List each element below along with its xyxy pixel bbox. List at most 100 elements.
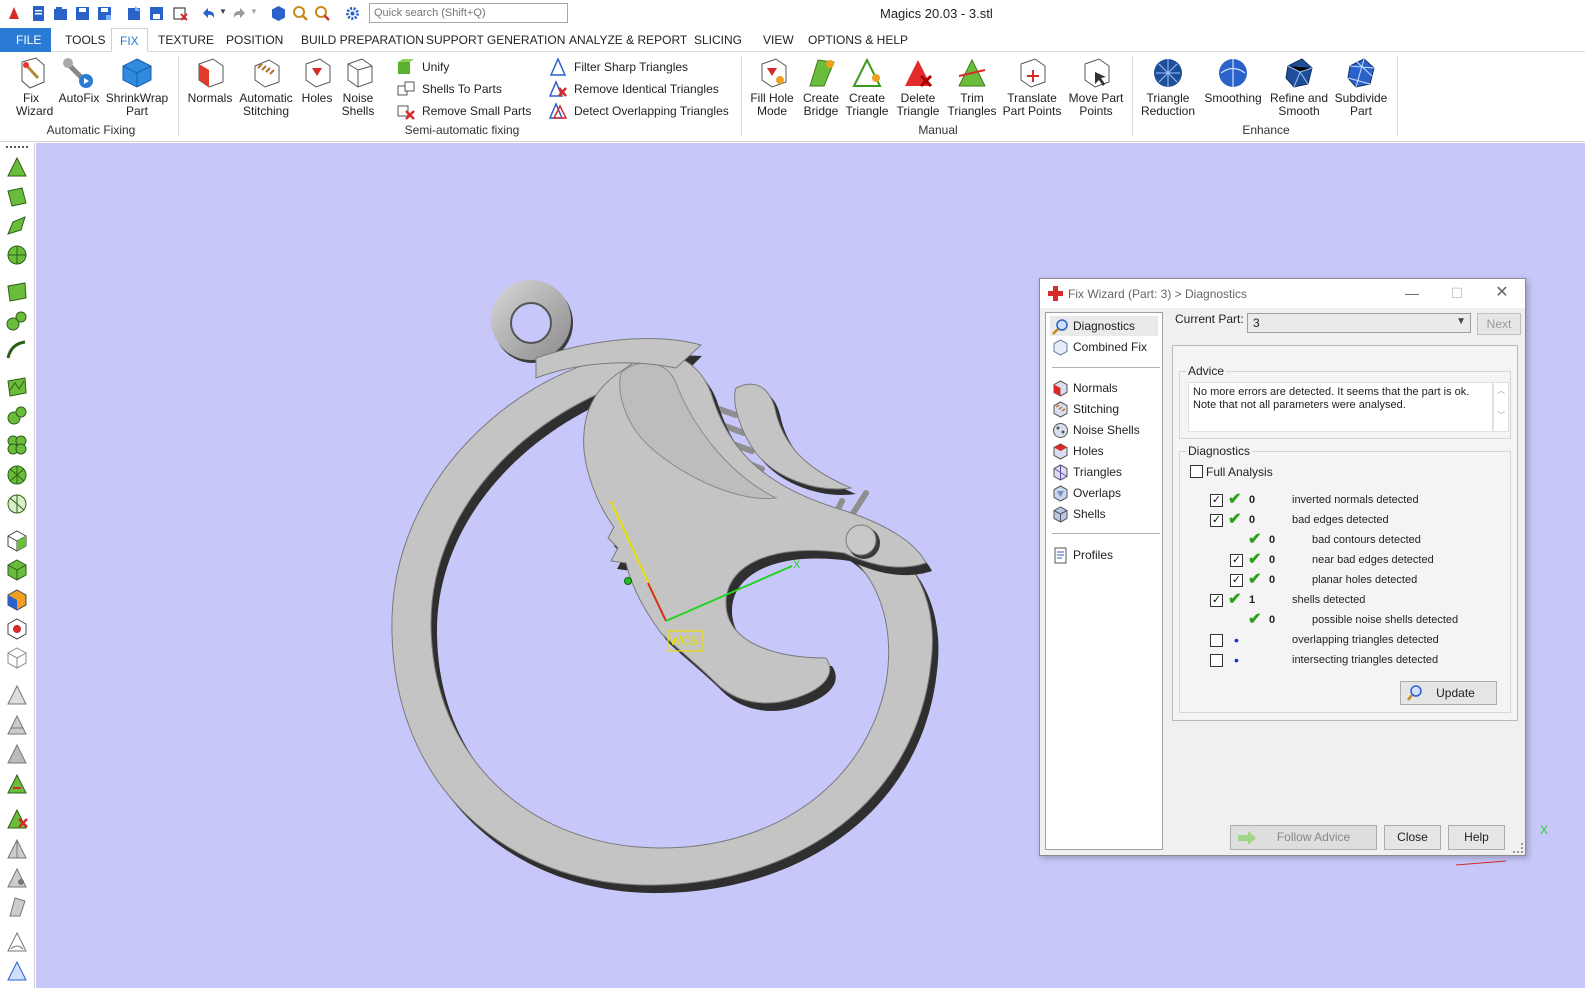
save-as-icon[interactable] [96, 5, 113, 22]
open-file-icon[interactable] [52, 5, 69, 22]
mark-multi-shell-icon[interactable] [5, 433, 29, 457]
import-part-icon[interactable] [126, 5, 143, 22]
mark-body-icon[interactable] [5, 558, 29, 582]
tab-view[interactable]: VIEW [755, 28, 802, 52]
create-bridge-button[interactable]: Create Bridge [801, 56, 841, 118]
mark-selected-part-icon[interactable] [5, 617, 29, 641]
nav-item-shells[interactable]: Shells [1050, 504, 1158, 524]
tab-options-help[interactable]: OPTIONS & HELP [800, 28, 916, 52]
mark-plane-icon[interactable] [5, 375, 29, 399]
detect-overlapping-triangles-button[interactable]: Detect Overlapping Triangles [548, 101, 729, 121]
full-analysis-checkbox[interactable] [1190, 465, 1203, 478]
view-cube-icon[interactable] [270, 5, 287, 22]
select-surface-icon[interactable] [5, 214, 29, 238]
tab-position[interactable]: POSITION [218, 28, 291, 52]
move-part-points-button[interactable]: Move Part Points [1066, 56, 1126, 118]
nav-item-diagnostics[interactable]: Diagnostics [1050, 316, 1158, 336]
unmark-plane-icon[interactable] [5, 713, 29, 737]
shrink-marking-icon[interactable] [5, 895, 29, 919]
nav-item-noise-shells[interactable]: Noise Shells [1050, 420, 1158, 440]
tab-analyze-report[interactable]: ANALYZE & REPORT [561, 28, 695, 52]
current-part-dropdown[interactable]: 3 ▼ [1247, 313, 1471, 333]
delete-triangle-button[interactable]: Delete Triangle [895, 56, 941, 118]
translate-part-points-button[interactable]: Translate Part Points [1001, 56, 1063, 118]
bad-edges-checkbox[interactable]: ✓ [1210, 514, 1223, 527]
mark-shell-icon[interactable] [5, 404, 29, 428]
filter-sharp-triangles-button[interactable]: Filter Sharp Triangles [548, 57, 688, 77]
zoom-fit-icon[interactable] [314, 5, 331, 22]
expand-marking-icon[interactable] [5, 866, 29, 890]
close-button[interactable]: Close [1384, 825, 1441, 850]
new-file-icon[interactable] [30, 5, 47, 22]
subdivide-part-button[interactable]: Subdivide Part [1332, 56, 1390, 118]
hide-marked-icon[interactable] [5, 930, 29, 954]
zoom-icon[interactable] [292, 5, 309, 22]
mark-sphere-icon[interactable] [5, 463, 29, 487]
tab-file[interactable]: FILE [0, 28, 51, 52]
smoothing-button[interactable]: Smoothing [1202, 56, 1264, 105]
update-button[interactable]: Update [1400, 681, 1497, 705]
remove-identical-triangles-button[interactable]: Remove Identical Triangles [548, 79, 719, 99]
nav-item-overlaps[interactable]: Overlaps [1050, 483, 1158, 503]
select-plane-icon[interactable] [5, 185, 29, 209]
mark-connected-icon[interactable] [5, 309, 29, 333]
shrinkwrap-part-button[interactable]: ShrinkWrap Part [104, 56, 170, 118]
tab-tools[interactable]: TOOLS [57, 28, 113, 52]
delete-marked-icon[interactable] [5, 807, 29, 831]
planar-holes-checkbox[interactable]: ✓ [1230, 574, 1243, 587]
save-icon[interactable] [74, 5, 91, 22]
fix-wizard-button[interactable]: Fix Wizard [8, 56, 54, 118]
tab-build-preparation[interactable]: BUILD PREPARATION [293, 28, 432, 52]
mark-part-icon[interactable] [5, 529, 29, 553]
tab-texture[interactable]: TEXTURE [150, 28, 222, 52]
redo-dropdown-icon[interactable]: ▼ [250, 7, 258, 16]
intersecting-triangles-checkbox[interactable] [1210, 654, 1223, 667]
inverted-normals-checkbox[interactable]: ✓ [1210, 494, 1223, 507]
fill-hole-mode-button[interactable]: Fill Hole Mode [749, 56, 797, 118]
dialog-close-x-button[interactable]: ✕ [1492, 283, 1512, 303]
nav-item-triangles[interactable]: Triangles [1050, 462, 1158, 482]
mark-wireframe-icon[interactable] [5, 492, 29, 516]
automatic-stitching-button[interactable]: Automatic Stitching [238, 56, 294, 118]
nav-item-combined-fix[interactable]: Combined Fix [1050, 337, 1158, 357]
settings-gear-icon[interactable] [344, 5, 361, 22]
shells-to-parts-button[interactable]: Shells To Parts [396, 79, 502, 99]
select-shell-icon[interactable] [5, 243, 29, 267]
triangle-reduction-button[interactable]: Triangle Reduction [1137, 56, 1199, 118]
help-button[interactable]: Help [1448, 825, 1505, 850]
tab-support-generation[interactable]: SUPPORT GENERATION [418, 28, 573, 52]
unmark-surface-icon[interactable] [5, 742, 29, 766]
overlapping-triangles-checkbox[interactable] [1210, 634, 1223, 647]
save-part-icon[interactable] [148, 5, 165, 22]
tab-slicing[interactable]: SLICING [686, 28, 750, 52]
normals-button[interactable]: Normals [186, 56, 234, 105]
autofix-button[interactable]: AutoFix [58, 56, 100, 105]
create-triangle-button[interactable]: Create Triangle [845, 56, 889, 118]
quick-search-input[interactable]: Quick search (Shift+Q) [369, 3, 568, 23]
mark-colored-part-icon[interactable] [5, 588, 29, 612]
shells-checkbox[interactable]: ✓ [1210, 594, 1223, 607]
maximize-button[interactable]: ☐ [1447, 283, 1467, 303]
undo-dropdown-icon[interactable]: ▼ [219, 7, 227, 16]
mark-area-icon[interactable] [5, 280, 29, 304]
unmark-part-icon[interactable] [5, 646, 29, 670]
unload-part-icon[interactable] [172, 5, 189, 22]
resize-grip[interactable] [1513, 843, 1523, 853]
toolbar-grip[interactable] [6, 146, 28, 148]
noise-shells-button[interactable]: Noise Shells [340, 56, 378, 118]
nav-item-stitching[interactable]: Stitching [1050, 399, 1158, 419]
mark-contour-icon[interactable] [5, 338, 29, 362]
holes-button[interactable]: Holes [298, 56, 336, 105]
select-triangle-icon[interactable] [5, 155, 29, 179]
show-hidden-icon[interactable] [5, 959, 29, 983]
remove-small-parts-button[interactable]: Remove Small Parts [396, 101, 531, 121]
unmark-triangle-icon[interactable] [5, 683, 29, 707]
nav-item-normals[interactable]: Normals [1050, 378, 1158, 398]
dialog-title-bar[interactable]: Fix Wizard (Part: 3) > Diagnostics — ☐ ✕ [1040, 279, 1525, 308]
follow-advice-button[interactable]: Follow Advice [1230, 825, 1377, 850]
near-bad-edges-checkbox[interactable]: ✓ [1230, 554, 1243, 567]
unify-button[interactable]: Unify [396, 57, 449, 77]
nav-item-profiles[interactable]: Profiles [1050, 545, 1158, 565]
refine-and-smooth-button[interactable]: Refine and Smooth [1268, 56, 1330, 118]
tab-fix[interactable]: FIX [111, 28, 148, 52]
